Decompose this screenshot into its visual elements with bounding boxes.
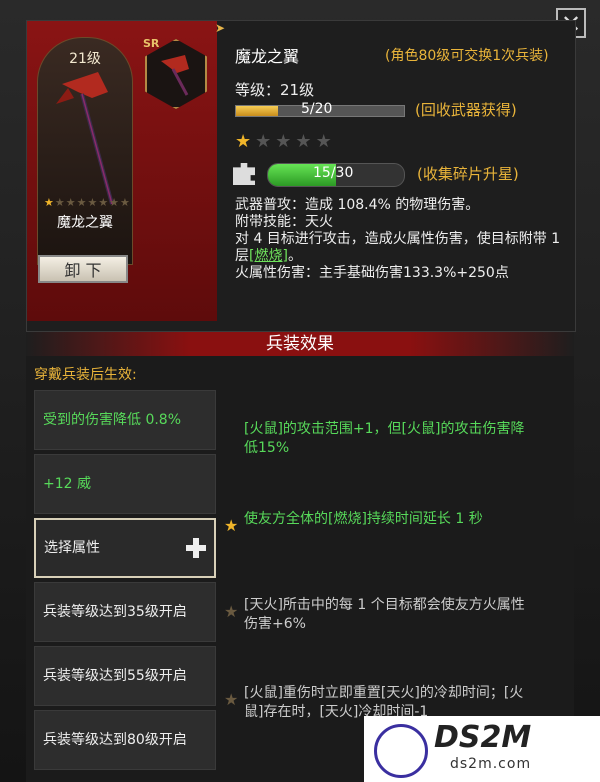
effect-slot-label: 兵装等级达到35级开启 <box>43 603 187 620</box>
weapon-portrait: 21级 ★★★★★★★★ 魔龙之翼 <box>37 37 133 265</box>
star-effect-1: [火鼠]的攻击范围+1，但[火鼠]的攻击伤害降低15% <box>244 421 525 456</box>
puzzle-piece-icon <box>233 163 255 185</box>
locked-slot-35[interactable]: 兵装等级达到35级开启 <box>34 582 216 642</box>
rating-star-icon: ★ <box>315 131 336 152</box>
locked-slot-55[interactable]: 兵装等级达到55级开启 <box>34 646 216 706</box>
weapon-info-panel: 21级 ★★★★★★★★ 魔龙之翼 卸 下 SR ➤ 魔龙之翼 (角色80级可交… <box>26 20 576 332</box>
watermark: DS2M ds2m.com <box>364 716 600 782</box>
effect-slot-2[interactable]: +12 威 <box>34 454 216 514</box>
arrow-icon: ➤ <box>215 21 226 35</box>
portrait-stars: ★★★★★★★★ <box>44 196 131 209</box>
burn-link[interactable]: [燃烧] <box>249 248 288 264</box>
rating-star-icon: ★ <box>275 131 296 152</box>
watermark-url: ds2m.com <box>450 756 532 772</box>
desc-attack: 武器普攻：造成 108.4% 的物理伤害。 <box>235 197 480 213</box>
weapon-description: 武器普攻：造成 108.4% 的物理伤害。 附带技能：天火 对 4 目标进行攻击… <box>235 197 565 282</box>
star-icon: ★ <box>224 516 239 535</box>
rating-star-icon: ★ <box>235 131 256 152</box>
star-rating: ★★★★★ <box>235 131 336 152</box>
effect-slot-label: 兵装等级达到80级开启 <box>43 731 187 748</box>
rarity-badge: SR <box>143 37 160 50</box>
level-text: 等级：21级 <box>235 81 315 99</box>
exchange-note: (角色80级可交换1次兵装) <box>385 48 549 64</box>
select-attribute-slot[interactable]: 选择属性 <box>34 518 216 578</box>
recycle-note: (回收武器获得) <box>415 101 517 119</box>
dragon-wing-icon <box>161 55 189 96</box>
plus-icon[interactable] <box>186 538 206 558</box>
watermark-logo-icon <box>374 724 428 778</box>
desc-skill: 附带技能：天火 <box>235 214 333 230</box>
locked-slot-80[interactable]: 兵装等级达到80级开启 <box>34 710 216 770</box>
effect-slot-1[interactable]: 受到的伤害降低 0.8% <box>34 390 216 450</box>
fragment-progress-text: 15/30 <box>313 165 354 181</box>
rating-star-icon: ★ <box>295 131 316 152</box>
effect-slot-label: +12 威 <box>43 475 91 492</box>
desc-skill-effect-end: 。 <box>287 248 302 264</box>
effects-hint: 穿戴兵装后生效: <box>34 367 137 383</box>
star-effect-3: [天火]所击中的每 1 个目标都会使友方火属性伤害+6% <box>244 597 525 632</box>
weapon-banner: 21级 ★★★★★★★★ 魔龙之翼 卸 下 SR <box>27 21 217 321</box>
desc-skill-effect: 对 4 目标进行攻击，造成火属性伤害，使目标附带 1 层[燃烧]。 <box>235 231 565 265</box>
watermark-brand: DS2M <box>434 720 532 755</box>
effect-slot-label: 受到的伤害降低 0.8% <box>43 411 182 428</box>
collect-note: (收集碎片升星) <box>417 165 519 183</box>
weapon-detail-window: ✕ 21级 ★★★★★★★★ 魔龙之翼 卸 下 SR <box>0 0 600 782</box>
desc-fire-damage: 火属性伤害：主手基础伤害133.3%+250点 <box>235 265 509 281</box>
level-progress-text: 5/20 <box>301 101 333 117</box>
weapon-name-label: 魔龙之翼 <box>57 215 113 231</box>
effects-header: 兵装效果 <box>26 332 574 356</box>
star-icon: ★ <box>224 690 239 709</box>
star-effect-2: 使友方全体的[燃烧]持续时间延长 1 秒 <box>244 511 483 527</box>
effect-slot-label: 选择属性 <box>44 539 100 556</box>
weapon-title: 魔龙之翼 <box>235 47 300 66</box>
rating-star-icon: ★ <box>255 131 276 152</box>
effect-slot-label: 兵装等级达到55级开启 <box>43 667 187 684</box>
star-icon: ★ <box>224 602 239 621</box>
unequip-button[interactable]: 卸 下 <box>38 255 128 283</box>
